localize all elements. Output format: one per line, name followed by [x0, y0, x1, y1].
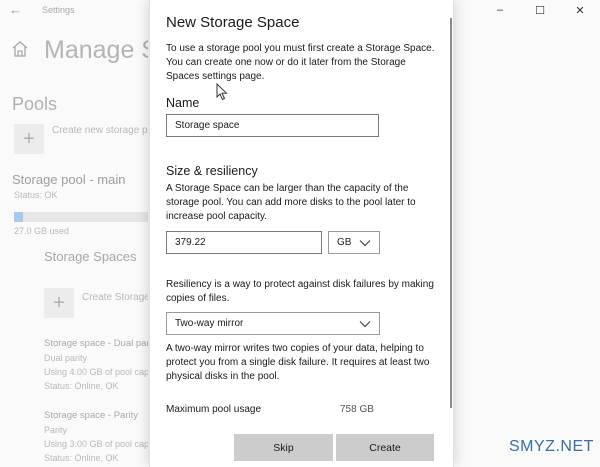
new-storage-space-dialog: New Storage Space To use a storage pool … — [149, 0, 454, 467]
dialog-intro: To use a storage pool you must first cre… — [166, 43, 435, 82]
space-usage: Using 4.00 GB of pool capacity — [44, 367, 148, 377]
max-pool-usage-value: 758 GB — [340, 404, 374, 415]
storage-spaces-heading: Storage Spaces — [44, 249, 137, 264]
pools-heading: Pools — [12, 94, 58, 114]
space-resiliency: Dual parity — [44, 353, 88, 363]
resiliency-description: Resiliency is a way to protect against d… — [166, 279, 434, 304]
pool-status: Status: OK — [14, 190, 58, 200]
maximize-button[interactable]: ☐ — [520, 0, 560, 20]
chevron-down-icon — [359, 239, 371, 246]
dialog-scrollbar[interactable] — [450, 18, 452, 408]
back-arrow-icon[interactable]: ← — [9, 2, 22, 17]
size-unit-value: GB — [337, 237, 352, 248]
pool-name: Storage pool - main — [12, 172, 126, 187]
resiliency-value: Two-way mirror — [175, 318, 244, 329]
name-input[interactable]: Storage space — [166, 114, 379, 137]
dialog-title: New Storage Space — [166, 14, 300, 31]
pool-usage-fill — [14, 212, 24, 222]
storage-space-item[interactable]: Storage space - Dual parity Dual parity … — [44, 337, 148, 393]
skip-button[interactable]: Skip — [234, 434, 333, 461]
chevron-down-icon — [359, 320, 371, 327]
close-button[interactable]: ✕ — [560, 0, 600, 20]
name-section-title: Name — [166, 96, 200, 110]
home-icon[interactable] — [12, 40, 28, 58]
size-description: A Storage Space can be larger than the c… — [166, 183, 416, 222]
storage-space-item[interactable]: Storage space - Parity Parity Using 3.00… — [44, 409, 148, 465]
space-name: Storage space - Parity — [44, 410, 138, 421]
pool-used-text: 27.0 GB used — [14, 226, 70, 236]
space-status: Status: Online, OK — [44, 381, 119, 391]
create-button[interactable]: Create — [336, 434, 434, 461]
create-space-link[interactable]: Create Storage Space — [82, 292, 148, 303]
mirror-description: A two-way mirror writes two copies of yo… — [166, 343, 430, 382]
app-title: Settings — [42, 5, 75, 15]
resiliency-dropdown[interactable]: Two-way mirror — [166, 312, 380, 335]
add-space-plus-icon[interactable]: + — [44, 288, 74, 318]
watermark: SMYZ.NET — [509, 438, 594, 455]
space-resiliency: Parity — [44, 425, 68, 435]
size-section-title: Size & resiliency — [166, 164, 258, 178]
space-name: Storage space - Dual parity — [44, 338, 148, 349]
size-input[interactable]: 379.22 — [166, 231, 322, 254]
page-title: Manage Storage Spaces — [44, 36, 148, 64]
max-pool-usage-label: Maximum pool usage — [166, 404, 262, 415]
size-unit-dropdown[interactable]: GB — [328, 231, 380, 254]
pool-usage-bar — [14, 212, 148, 222]
window-controls: – ☐ ✕ — [480, 0, 600, 20]
space-usage: Using 3.00 GB of pool capacity — [44, 439, 148, 449]
mouse-cursor-icon — [216, 83, 228, 101]
minimize-button[interactable]: – — [480, 0, 520, 20]
add-pool-plus-icon[interactable]: + — [14, 124, 44, 154]
create-pool-link[interactable]: Create new storage pool — [52, 125, 148, 136]
space-status: Status: Online, OK — [44, 453, 119, 463]
